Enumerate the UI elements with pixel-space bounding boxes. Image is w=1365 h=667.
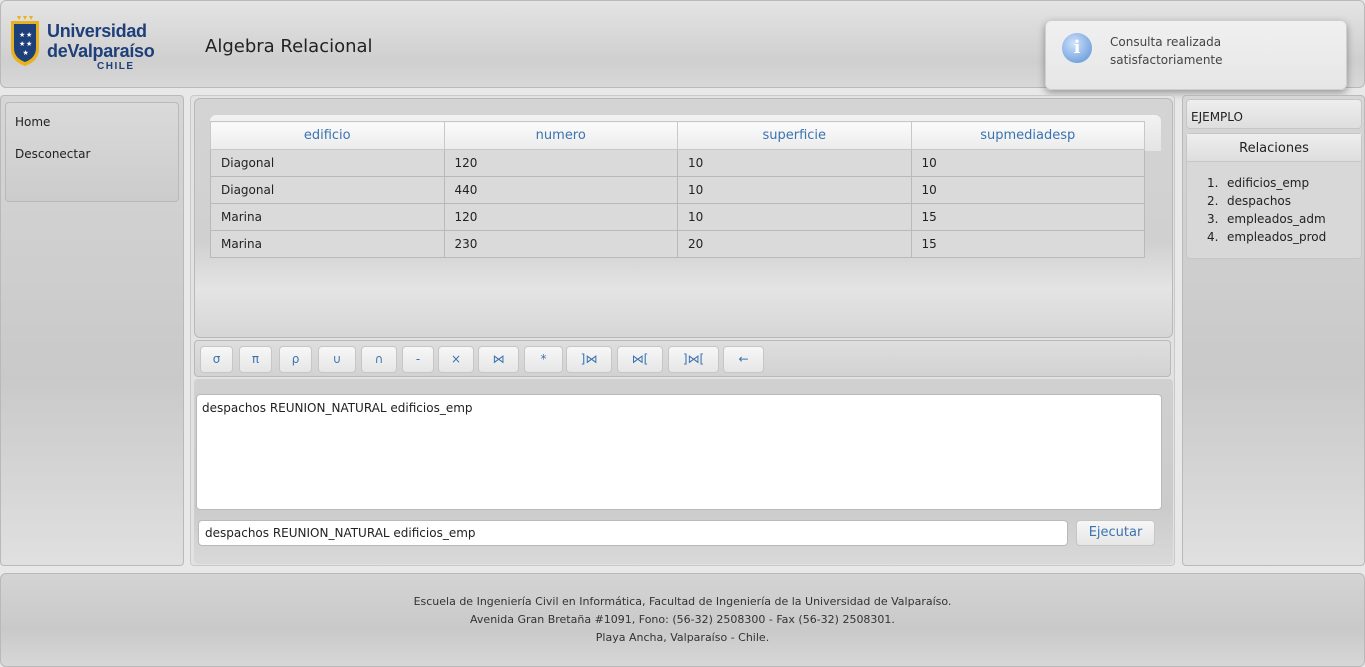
- right-sidebar: EJEMPLO Relaciones 1. edificios_emp 2. des…: [1182, 95, 1365, 566]
- svg-text:★: ★: [26, 40, 32, 48]
- menu-item-home[interactable]: Home: [6, 103, 178, 135]
- op-right-outer-join-button[interactable]: ⋈[: [617, 346, 663, 373]
- op-projection-button[interactable]: π: [239, 346, 272, 373]
- relations-title: Relaciones: [1187, 134, 1361, 162]
- menu-item-logout[interactable]: Desconectar: [6, 135, 178, 167]
- relation-item-despachos[interactable]: 2. despachos: [1207, 194, 1361, 212]
- table-cell: 15: [910, 230, 1145, 258]
- table-cell: 10: [677, 176, 912, 204]
- table-cell: 120: [443, 149, 678, 177]
- table-cell: 10: [677, 203, 912, 231]
- shield-icon: ★ ★ ★ ★ ★: [11, 16, 39, 66]
- table-cell: Diagonal: [210, 149, 445, 177]
- table-row: Marina 120 10 15: [210, 203, 1145, 231]
- table-cell: Marina: [210, 203, 445, 231]
- table-cell: 230: [443, 230, 678, 258]
- op-left-outer-join-button[interactable]: ]⋈: [566, 346, 612, 373]
- logo-text-line3: CHILE: [97, 61, 135, 72]
- relation-item-edificios-emp[interactable]: 1. edificios_emp: [1207, 176, 1361, 194]
- table-row: Diagonal 120 10 10: [210, 149, 1145, 177]
- op-selection-button[interactable]: σ: [200, 346, 233, 373]
- svg-text:★: ★: [23, 49, 29, 57]
- footer: Escuela de Ingeniería Civil en Informáti…: [0, 573, 1365, 667]
- relation-item-empleados-adm[interactable]: 3. empleados_adm: [1207, 212, 1361, 230]
- svg-text:★: ★: [19, 40, 25, 48]
- table-row: Marina 230 20 15: [210, 230, 1145, 258]
- column-header[interactable]: superficie: [677, 121, 912, 150]
- table-cell: 440: [443, 176, 678, 204]
- result-table: edificio numero superficie supmediadesp …: [210, 121, 1145, 258]
- column-header[interactable]: numero: [443, 121, 678, 150]
- table-cell: 10: [677, 149, 912, 177]
- table-cell: 20: [677, 230, 912, 258]
- logo-text-line1: Universidad: [47, 21, 147, 41]
- footer-line-school: Escuela de Ingeniería Civil en Informáti…: [413, 595, 952, 608]
- op-union-button[interactable]: ∪: [318, 346, 356, 373]
- run-query-button[interactable]: Ejecutar: [1076, 520, 1155, 546]
- left-sidebar: Home Desconectar: [0, 95, 184, 566]
- table-cell: 15: [910, 203, 1145, 231]
- op-full-outer-join-button[interactable]: ]⋈[: [668, 346, 719, 373]
- op-difference-button[interactable]: -: [402, 346, 434, 373]
- table-row: Diagonal 440 10 10: [210, 176, 1145, 204]
- footer-line-address: Avenida Gran Bretaña #1091, Fono: (56-32…: [470, 613, 895, 626]
- column-header[interactable]: edificio: [210, 121, 445, 150]
- page-title: Algebra Relacional: [205, 36, 373, 57]
- info-icon: i: [1062, 33, 1092, 63]
- relation-item-empleados-prod[interactable]: 4. empleados_prod: [1207, 230, 1361, 248]
- operator-toolbar: σ π ρ ∪ ∩ - × ⋈ * ]⋈ ⋈[ ]⋈[ ←: [194, 340, 1171, 377]
- op-natural-join-button[interactable]: ⋈: [478, 346, 519, 373]
- relations-panel: Relaciones 1. edificios_emp 2. despachos 3…: [1186, 133, 1362, 259]
- nav-menu: Home Desconectar: [5, 102, 179, 202]
- example-header[interactable]: EJEMPLO: [1186, 99, 1362, 129]
- result-panel: edificio numero superficie supmediadesp …: [194, 98, 1173, 338]
- table-header-row: edificio numero superficie supmediadesp: [210, 121, 1145, 150]
- table-cell: Marina: [210, 230, 445, 258]
- footer-line-location: Playa Ancha, Valparaíso - Chile.: [595, 631, 770, 644]
- notification-toast[interactable]: i Consulta realizada satisfactoriamente: [1045, 20, 1347, 90]
- relations-list: 1. edificios_emp 2. despachos 3. empleados_…: [1187, 162, 1361, 248]
- table-cell: Diagonal: [210, 176, 445, 204]
- svg-text:★: ★: [19, 31, 25, 39]
- main-content: edificio numero superficie supmediadesp …: [190, 95, 1175, 566]
- table-cell: 120: [443, 203, 678, 231]
- query-editor-panel: despachos REUNION_NATURAL edificios_emp …: [194, 379, 1173, 564]
- logo-text-line2: deValparaíso: [47, 41, 155, 61]
- op-rename-button[interactable]: ρ: [279, 346, 312, 373]
- notification-message: Consulta realizada satisfactoriamente: [1110, 35, 1223, 67]
- table-cell: 10: [910, 176, 1145, 204]
- svg-text:★: ★: [26, 31, 32, 39]
- column-header[interactable]: supmediadesp: [910, 121, 1145, 150]
- op-assignment-button[interactable]: ←: [723, 346, 764, 373]
- op-product-button[interactable]: ×: [438, 346, 474, 373]
- table-cell: 10: [910, 149, 1145, 177]
- op-division-button[interactable]: *: [524, 346, 563, 373]
- query-input[interactable]: despachos REUNION_NATURAL edificios_emp: [198, 520, 1068, 546]
- university-logo: ★ ★ ★ ★ ★ Universidad deValparaíso CHILE: [9, 11, 155, 73]
- op-intersection-button[interactable]: ∩: [361, 346, 397, 373]
- query-textarea[interactable]: despachos REUNION_NATURAL edificios_emp: [196, 394, 1162, 510]
